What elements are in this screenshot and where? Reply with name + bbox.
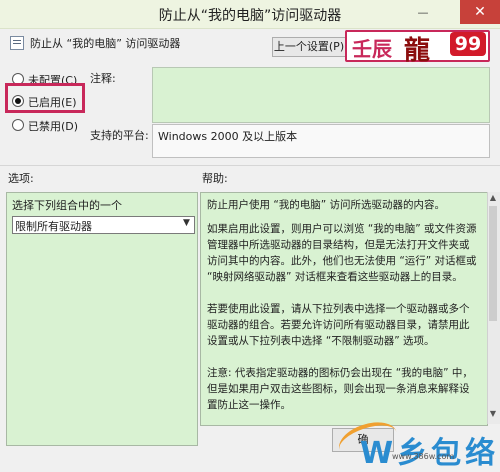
scroll-down-arrow-icon[interactable]: ▼ <box>487 409 499 421</box>
scrollbar-thumb[interactable] <box>489 206 497 321</box>
comment-field[interactable] <box>152 67 490 123</box>
policy-name: 防止从 “我的电脑” 访问驱动器 <box>30 37 181 50</box>
platform-label: 支持的平台: <box>90 129 149 142</box>
chevron-down-icon[interactable]: ▼ <box>183 218 190 228</box>
minimize-button[interactable]: — <box>416 6 430 20</box>
watermark-url: www.386w.com <box>392 452 455 461</box>
radio-circle[interactable] <box>12 119 24 131</box>
radio-label: 已禁用(D) <box>28 120 79 133</box>
watermark-logo-text: 壬辰 <box>352 37 392 61</box>
policy-icon <box>10 36 24 50</box>
dragon-icon: 龍 <box>404 36 431 66</box>
comment-label: 注释: <box>90 72 116 85</box>
dropdown-value: 限制所有驱动器 <box>15 220 92 233</box>
scroll-up-arrow-icon[interactable]: ▲ <box>487 193 499 205</box>
options-title: 选择下列组合中的一个 <box>12 199 122 212</box>
watermark-logo-number: 99 <box>450 32 486 56</box>
platform-value: Windows 2000 及以上版本 <box>158 130 298 143</box>
enabled-highlight-box <box>5 83 85 113</box>
help-paragraph: 如果启用此设置，则用户可以浏览 “我的电脑” 或文件资源管理器中所选驱动器的目录… <box>207 223 477 283</box>
options-label: 选项: <box>8 172 34 185</box>
divider <box>0 165 500 166</box>
help-paragraph: 注意: 代表指定驱动器的图标仍会出现在 “我的电脑” 中，但是如果用户双击这些图… <box>207 367 473 411</box>
help-panel: 防止用户使用 “我的电脑” 访问所选驱动器的内容。 如果启用此设置，则用户可以浏… <box>200 192 488 426</box>
help-label: 帮助: <box>202 172 228 185</box>
close-button[interactable]: ✕ <box>460 0 500 24</box>
help-paragraph: 若要使用此设置，请从下拉列表中选择一个驱动器或多个驱动器的组合。若要允许访问所有… <box>207 303 470 347</box>
watermark-site-logo: W乡包络 <box>360 436 500 471</box>
previous-setting-button[interactable]: 上一个设置(P) <box>272 37 346 57</box>
help-paragraph: 防止用户使用 “我的电脑” 访问所选驱动器的内容。 <box>207 199 446 211</box>
